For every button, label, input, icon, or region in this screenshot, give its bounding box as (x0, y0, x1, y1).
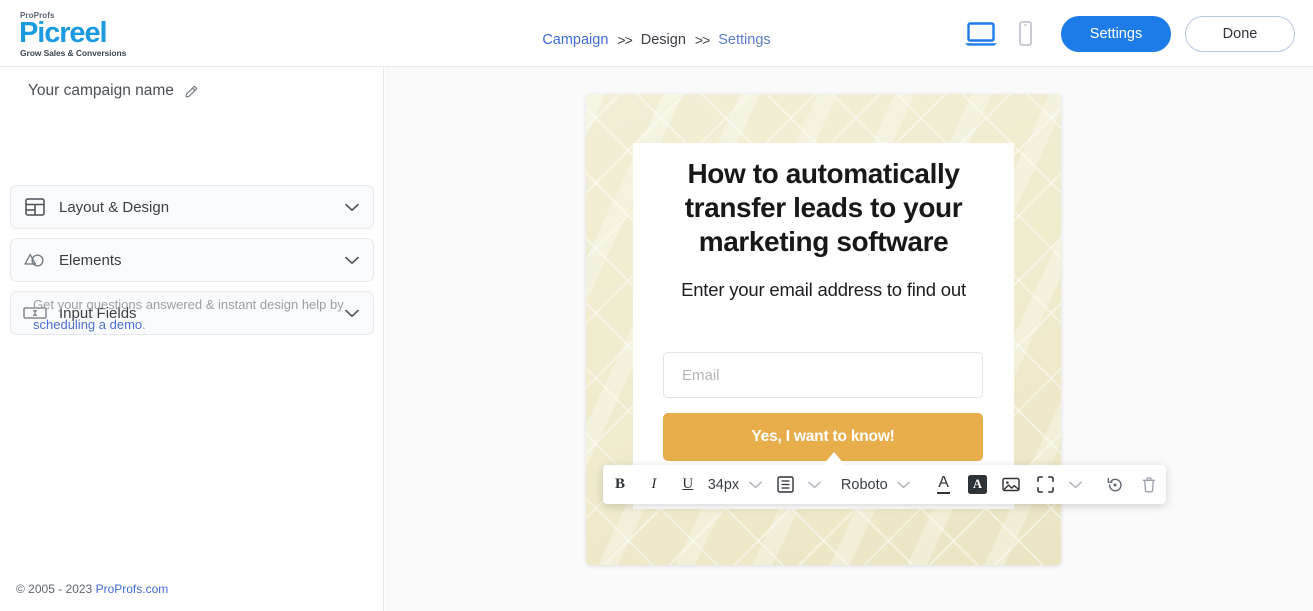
toolbar-pointer (822, 452, 846, 466)
pencil-icon[interactable] (184, 84, 199, 99)
footer-copyright: © 2005 - 2023 ProProfs.com (16, 582, 168, 596)
font-size-value[interactable]: 34px (705, 465, 742, 504)
underline-label: U (682, 476, 694, 492)
campaign-name-row: Your campaign name (28, 82, 199, 100)
proprofs-link[interactable]: ProProfs.com (96, 582, 169, 596)
done-button[interactable]: Done (1185, 16, 1295, 52)
font-family-value[interactable]: Roboto (838, 465, 891, 504)
help-text: Get your questions answered & instant de… (33, 295, 363, 335)
chevron-down-icon[interactable] (742, 465, 768, 504)
campaign-name-label: Your campaign name (28, 82, 174, 99)
breadcrumb-item-settings[interactable]: Settings (718, 32, 770, 48)
breadcrumb-separator-1: >> (617, 32, 632, 48)
sidebar-item-label-layout: Layout & Design (59, 198, 170, 216)
highlight-color-icon: A (967, 475, 987, 494)
chevron-down-icon[interactable] (1062, 465, 1088, 504)
chevron-down-icon[interactable] (891, 465, 917, 504)
email-input[interactable] (663, 352, 983, 398)
header-actions: Settings Done (959, 16, 1295, 52)
highlight-color-button[interactable]: A (961, 465, 995, 504)
help-text-suffix: . (142, 317, 146, 333)
desktop-view-icon[interactable] (959, 21, 1003, 47)
top-bar: ProProfs Picreel Grow Sales & Conversion… (0, 0, 1313, 67)
revert-icon[interactable] (1098, 465, 1132, 504)
sidebar-item-label-elements: Elements (59, 251, 122, 269)
text-color-icon[interactable]: text-color-iconA (927, 465, 961, 504)
breadcrumb-item-design[interactable]: Design (641, 32, 686, 48)
sidebar: Your campaign name Layout & Design Eleme… (0, 67, 384, 611)
chevron-down-icon[interactable] (331, 256, 373, 265)
trash-icon[interactable] (1132, 465, 1166, 504)
shapes-icon (11, 250, 59, 270)
breadcrumb-separator-2: >> (694, 32, 710, 48)
copyright-text: © 2005 - 2023 (16, 582, 96, 596)
sidebar-item-layout-design[interactable]: Layout & Design (10, 185, 374, 229)
italic-button[interactable]: I (637, 465, 671, 504)
breadcrumb-item-campaign[interactable]: Campaign (542, 32, 608, 48)
canvas-area: How to automatically transfer leads to y… (385, 67, 1313, 611)
align-center-icon[interactable] (768, 465, 802, 504)
crop-frame-icon[interactable] (1028, 465, 1062, 504)
popup-headline[interactable]: How to automatically transfer leads to y… (647, 157, 1000, 259)
layout-grid-icon (11, 197, 59, 217)
bold-label: B (614, 476, 625, 492)
logo-tagline: Grow Sales & Conversions (20, 48, 127, 58)
chevron-down-icon[interactable] (331, 203, 373, 212)
text-color-glyph: text-color-iconA (937, 474, 951, 495)
schedule-demo-link[interactable]: scheduling a demo (33, 317, 142, 332)
bold-button[interactable]: B (603, 465, 637, 504)
popup-subtext[interactable]: Enter your email address to find out (655, 277, 992, 303)
italic-label: I (651, 476, 657, 492)
help-text-prefix: Get your questions answered & instant de… (33, 297, 344, 312)
mobile-view-icon[interactable] (1003, 20, 1047, 48)
image-icon[interactable] (994, 465, 1028, 504)
sidebar-item-elements[interactable]: Elements (10, 238, 374, 282)
underline-button[interactable]: U (671, 465, 705, 504)
text-format-toolbar: B I U 34px Roboto text-color-iconA A (603, 465, 1166, 504)
settings-button[interactable]: Settings (1061, 16, 1171, 52)
chevron-down-icon[interactable] (802, 465, 828, 504)
